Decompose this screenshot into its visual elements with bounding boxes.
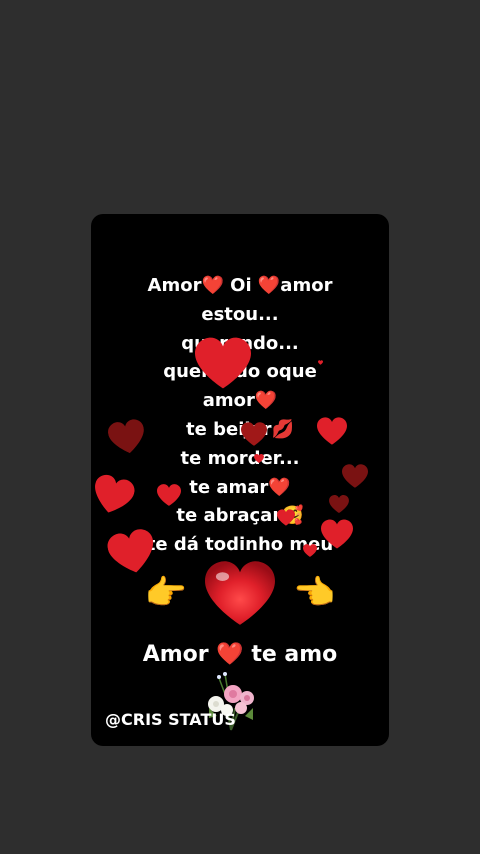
floating-heart-icon (241, 422, 267, 446)
pointing-right-hand-icon: 👉 (144, 573, 187, 613)
floating-heart-icon (157, 484, 181, 506)
floating-heart-icon (329, 495, 349, 513)
floating-heart-icon (321, 519, 353, 549)
status-text: Amor❤️ Oi ❤️amor estou... querendo... qu… (91, 272, 389, 560)
status-line: Amor❤️ Oi ❤️amor (147, 275, 333, 296)
floating-heart-icon (254, 454, 264, 463)
status-line: amor❤️ (202, 390, 278, 412)
floating-heart-icon (277, 509, 295, 526)
floating-heart-icon (318, 360, 323, 365)
heart-icon (205, 561, 275, 625)
floating-heart-icon (195, 337, 251, 389)
love-message: Amor ❤️ te amo (142, 642, 338, 667)
floating-heart-icon (317, 417, 347, 445)
watermark: @CRIS STATUS (105, 710, 236, 729)
floating-heart-icon (342, 464, 368, 488)
floating-heart-icon (303, 544, 317, 557)
status-line: estou... (201, 303, 279, 325)
hands-heart-row: 👉 👈 (91, 560, 389, 626)
pointing-left-hand-icon: 👈 (293, 573, 336, 613)
status-card: Amor❤️ Oi ❤️amor estou... querendo... qu… (91, 214, 389, 746)
floating-heart-icon (108, 419, 144, 454)
